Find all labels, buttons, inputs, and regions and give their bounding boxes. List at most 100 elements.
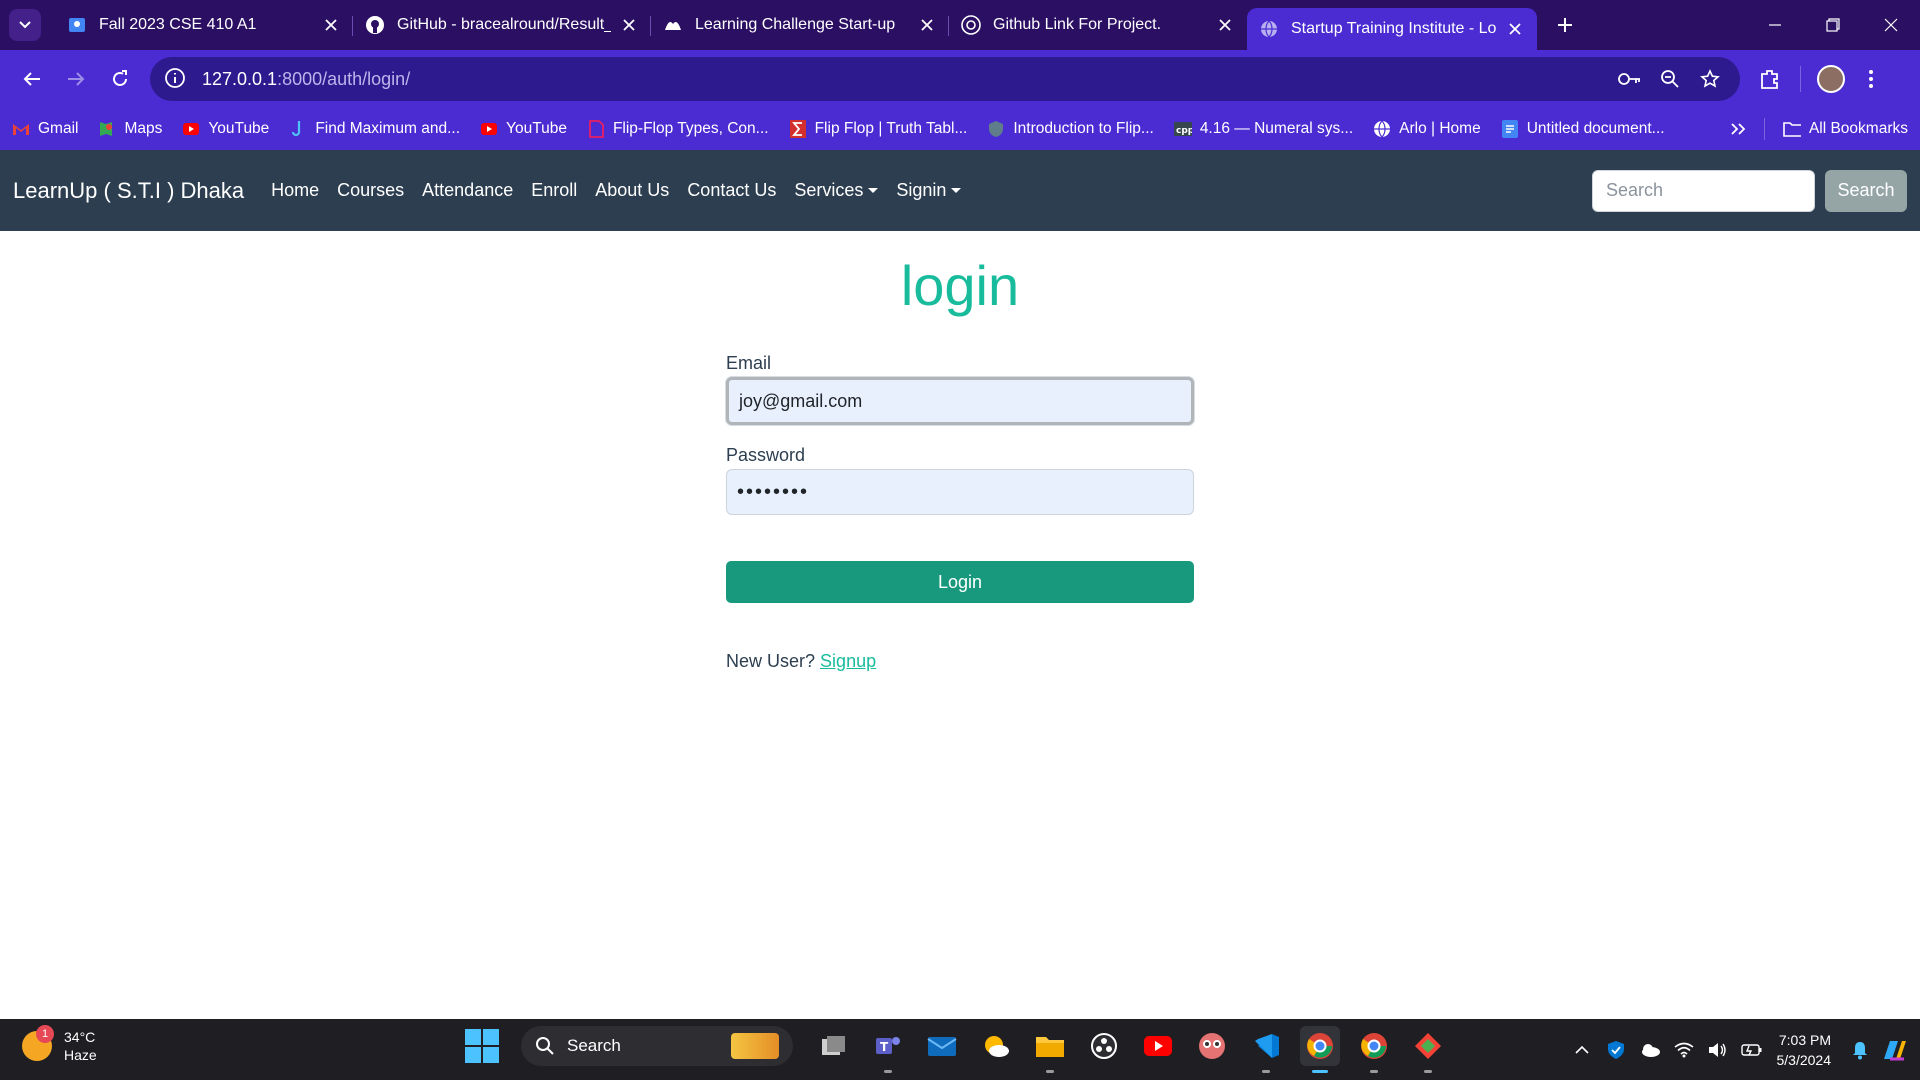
close-icon [1884,18,1898,32]
nav-attendance[interactable]: Attendance [422,180,513,201]
system-clock[interactable]: 7:03 PM 5/3/2024 [1777,1030,1832,1070]
close-icon[interactable] [1215,15,1235,35]
nav-search-button[interactable]: Search [1825,169,1907,212]
extensions-icon[interactable] [1750,59,1790,99]
signup-link[interactable]: Signup [820,651,876,671]
chatgpt-icon [961,15,981,35]
bookmark-item[interactable]: Find Maximum and... [289,120,460,138]
more-menu-icon[interactable] [1851,59,1891,99]
obs-icon[interactable] [1084,1026,1124,1066]
minimize-icon [1769,24,1781,26]
back-button[interactable] [12,59,52,99]
close-icon[interactable] [619,15,639,35]
bookmark-label: Maps [124,120,163,137]
windows-start-icon[interactable] [465,1029,499,1063]
double-chevron-right-icon[interactable] [1730,122,1746,136]
teams-icon[interactable]: T [868,1026,908,1073]
bookmark-item[interactable]: Gmail [12,120,78,138]
wifi-icon[interactable] [1670,1036,1698,1064]
toolbar-divider [1800,66,1801,92]
git-app-icon[interactable] [1408,1026,1448,1073]
browser-tab[interactable]: Learning Challenge Start-up [651,0,949,50]
game-app-icon[interactable] [1192,1026,1232,1066]
nav-services-dropdown[interactable]: Services [794,180,879,201]
battery-icon[interactable] [1738,1036,1766,1064]
password-key-icon[interactable] [1614,63,1646,95]
close-window-button[interactable] [1862,0,1920,50]
system-tray: 7:03 PM 5/3/2024 [1565,1019,1920,1080]
browser-tab[interactable]: GitHub - bracealround/Result_P [353,0,651,50]
nav-search-form: Search [1592,169,1907,212]
nav-signin-dropdown[interactable]: Signin [896,180,962,201]
search-highlight-icon [731,1033,779,1059]
notification-bell-icon[interactable] [1846,1036,1874,1064]
bookmark-item[interactable]: YouTube [182,120,269,138]
minimize-button[interactable] [1746,0,1804,50]
bookmark-item[interactable]: Maps [98,120,162,138]
site-brand[interactable]: LearnUp ( S.T.I ) Dhaka [13,178,244,204]
close-icon[interactable] [917,15,937,35]
nav-about-us[interactable]: About Us [595,180,669,201]
nav-enroll[interactable]: Enroll [531,180,577,201]
arrow-right-icon [68,72,85,86]
bookmark-label: YouTube [208,120,270,137]
reload-button[interactable] [100,59,140,99]
copilot-icon[interactable] [1880,1036,1908,1064]
bookmark-item[interactable]: YouTube [480,120,567,138]
globe-icon [1259,19,1279,39]
profile-avatar[interactable] [1811,59,1851,99]
site-info-icon[interactable] [164,67,188,91]
mail-icon[interactable] [922,1026,962,1066]
sigma-icon [789,120,807,138]
password-field[interactable]: •••••••• [726,469,1194,515]
login-button[interactable]: Login [726,561,1194,603]
security-shield-icon[interactable] [1602,1036,1630,1064]
bookmark-item[interactable]: Introduction to Flip... [987,120,1154,138]
nav-search-input[interactable] [1592,169,1815,212]
onedrive-icon[interactable] [1636,1036,1664,1064]
email-field[interactable]: joy@gmail.com [726,377,1194,425]
browser-tab-active[interactable]: Startup Training Institute - Login [1247,8,1537,50]
email-label: Email [726,353,772,373]
weather-app-icon[interactable] [976,1026,1016,1066]
youtube-app-icon[interactable] [1138,1026,1178,1066]
weather-sun-icon: 1 [22,1025,54,1061]
chrome-profile-icon[interactable] [1354,1026,1394,1073]
tab-title: GitHub - bracealround/Result_P [397,16,611,33]
browser-tab[interactable]: Fall 2023 CSE 410 A1 [55,0,353,50]
chrome-icon[interactable] [1300,1026,1340,1073]
vscode-icon[interactable] [1246,1026,1286,1073]
bookmark-item[interactable]: Flip-Flop Types, Con... [587,120,769,138]
nav-courses[interactable]: Courses [337,180,404,201]
file-explorer-icon[interactable] [1030,1026,1070,1073]
signup-prompt: New User? Signup [726,651,1194,672]
arrow-left-icon [23,72,40,86]
bookmark-label: Flip Flop | Truth Tabl... [814,120,968,137]
bookmark-doc-icon [587,120,605,138]
all-bookmarks-button[interactable]: All Bookmarks [1783,120,1908,138]
new-tab-button[interactable] [1547,7,1583,43]
bookmark-item[interactable]: Arlo | Home [1373,120,1481,138]
tab-search-button[interactable] [9,9,41,41]
chevron-up-icon[interactable] [1568,1036,1596,1064]
forward-button[interactable] [56,59,96,99]
nav-home[interactable]: Home [271,180,319,201]
bookmark-label: Gmail [38,120,79,137]
restore-button[interactable] [1804,0,1862,50]
task-view-icon[interactable] [814,1026,854,1066]
close-icon[interactable] [1505,19,1525,39]
volume-icon[interactable] [1704,1036,1732,1064]
close-icon[interactable] [321,15,341,35]
weather-widget[interactable]: 1 34°C Haze [22,1025,97,1064]
star-icon[interactable] [1694,63,1726,95]
address-bar[interactable]: 127.0.0.1:8000/auth/login/ [150,57,1740,101]
plus-icon [1558,18,1572,32]
browser-tab[interactable]: Github Link For Project. [949,0,1247,50]
taskbar-search[interactable]: Search [521,1026,793,1066]
tab-title: Learning Challenge Start-up [695,16,896,33]
bookmark-item[interactable]: Untitled document... [1501,120,1665,138]
nav-contact-us[interactable]: Contact Us [687,180,776,201]
bookmark-item[interactable]: cpp 4.16 — Numeral sys... [1173,120,1353,138]
bookmark-item[interactable]: Flip Flop | Truth Tabl... [789,120,968,138]
zoom-icon[interactable] [1654,63,1686,95]
